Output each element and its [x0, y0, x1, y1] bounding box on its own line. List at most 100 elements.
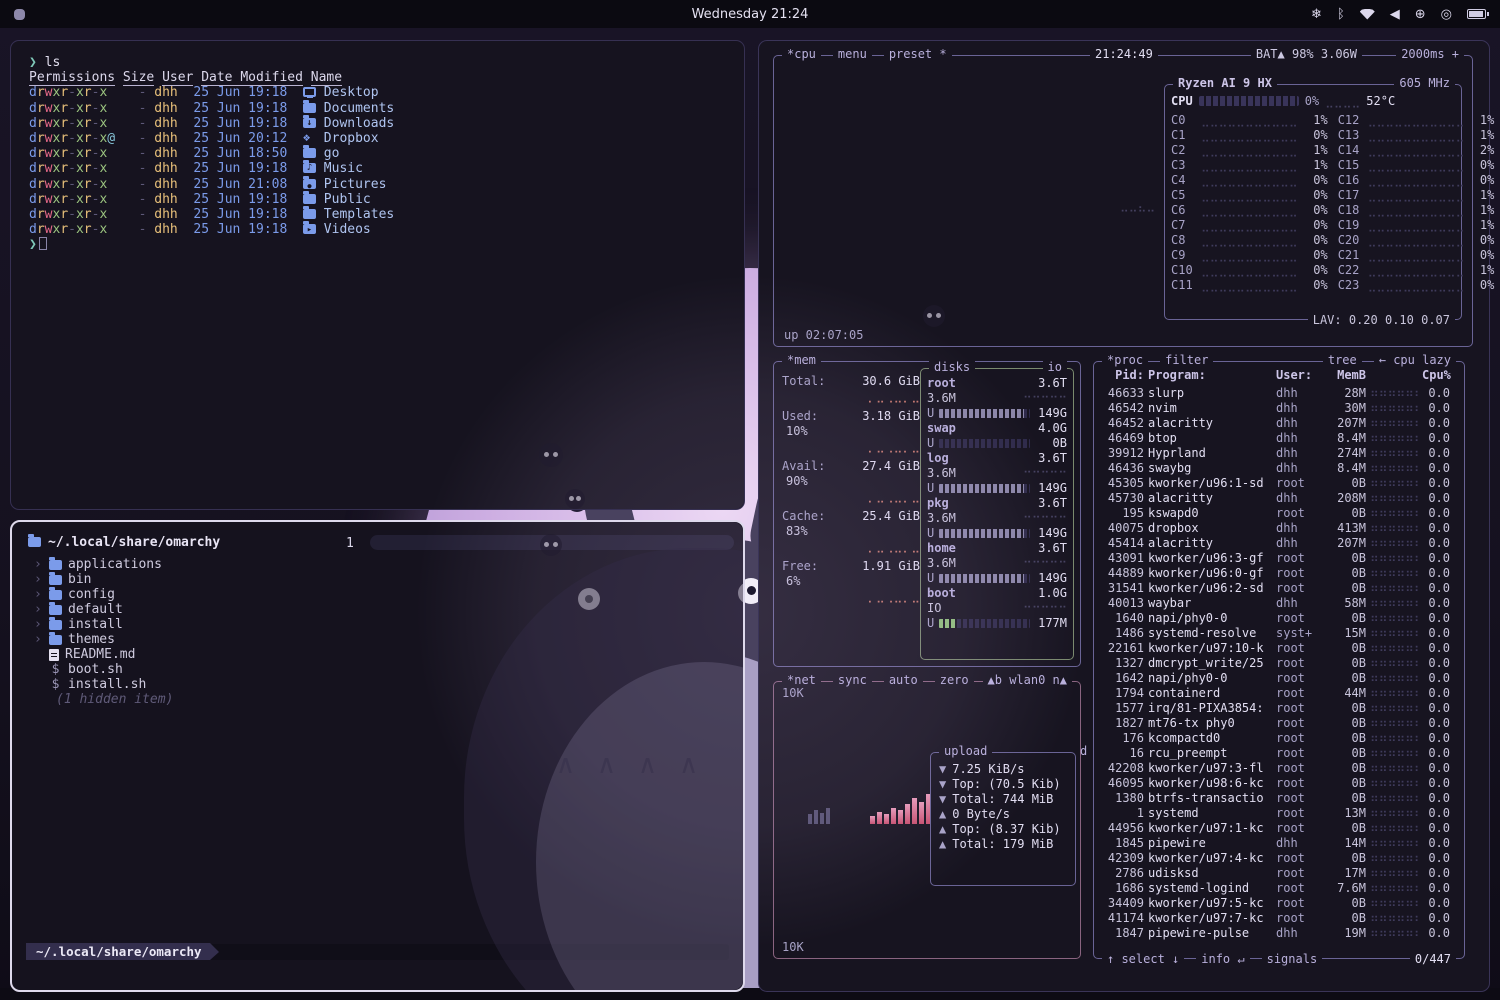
process-row[interactable]: 1847pipewire-pulsedhh19M⠶⠶⠶⠶⠶⠶⠶0.0 — [1094, 926, 1464, 941]
btop-clock: 21:24:49 — [1090, 47, 1158, 62]
tab-tree[interactable]: tree — [1323, 353, 1362, 368]
process-column-header[interactable]: Cpu% — [1422, 368, 1450, 383]
footer-info-[interactable]: info ↵ — [1196, 952, 1249, 967]
user-icon[interactable]: ◎ — [1441, 7, 1452, 22]
list-item[interactable]: ›applications — [28, 557, 743, 572]
volume-icon[interactable]: ◀ — [1390, 7, 1400, 22]
tab-auto[interactable]: auto — [884, 673, 923, 688]
process-row[interactable]: 1794containerdroot44M⠶⠶⠶⠶⠶⠶⠶0.0 — [1094, 686, 1464, 701]
process-row[interactable]: 176kcompactd0root0B⠶⠶⠶⠶⠶⠶⠶0.0 — [1094, 731, 1464, 746]
footer-signals[interactable]: signals — [1262, 952, 1323, 967]
music-icon — [303, 163, 316, 173]
file-row: drwxr-xr-x - dhh 25 Jun 19:18 Music — [29, 161, 744, 176]
process-row[interactable]: 1845pipewiredhh14M⠶⠶⠶⠶⠶⠶⠶0.0 — [1094, 836, 1464, 851]
process-row[interactable]: 16rcu_preemptroot0B⠶⠶⠶⠶⠶⠶⠶0.0 — [1094, 746, 1464, 761]
list-item[interactable]: ›config — [28, 587, 743, 602]
wifi-icon[interactable] — [1360, 9, 1375, 20]
tab--cpu-lazy[interactable]: ← cpu lazy — [1374, 353, 1456, 368]
core-row: C8⣀⣀⣀⣀⣀⣀⣀⣀⣀⣀⣀0% — [1171, 233, 1328, 248]
process-row[interactable]: 31541kworker/u96:2-sdroot0B⠶⠶⠶⠶⠶⠶⠶0.0 — [1094, 581, 1464, 596]
process-row[interactable]: 40013waybardhh58M⠶⠶⠶⠶⠶⠶⠶0.0 — [1094, 596, 1464, 611]
process-row[interactable]: 43091kworker/u96:3-gfroot0B⠶⠶⠶⠶⠶⠶⠶0.0 — [1094, 551, 1464, 566]
bluetooth-icon[interactable]: ᛒ — [1337, 7, 1345, 22]
process-row[interactable]: 39912Hyprlanddhh274M⠶⠶⠶⠶⠶⠶⠶0.0 — [1094, 446, 1464, 461]
process-row[interactable]: 45730alacrittydhh208M⠶⠶⠶⠶⠶⠶⠶0.0 — [1094, 491, 1464, 506]
process-row[interactable]: 1640napi/phy0-0root0B⠶⠶⠶⠶⠶⠶⠶0.0 — [1094, 611, 1464, 626]
system-logo-icon[interactable] — [14, 9, 25, 20]
updates-icon[interactable]: ❄ — [1311, 7, 1322, 22]
process-row[interactable]: 46633slurpdhh28M⠶⠶⠶⠶⠶⠶⠶0.0 — [1094, 386, 1464, 401]
process-row[interactable]: 44956kworker/u97:1-kcroot0B⠶⠶⠶⠶⠶⠶⠶0.0 — [1094, 821, 1464, 836]
core-row: C14⣀⣀⣀⣀⣀⣀⣀⣀⣀⣀⣀2% — [1338, 143, 1495, 158]
script-icon: $ — [49, 662, 62, 677]
process-column-header[interactable] — [1370, 368, 1418, 383]
process-row[interactable]: 1686systemd-logindroot7.6M⠶⠶⠶⠶⠶⠶⠶0.0 — [1094, 881, 1464, 896]
network-icon[interactable]: ⊕ — [1415, 7, 1426, 22]
prompt-line[interactable]: ❯ — [29, 237, 744, 252]
select-control[interactable]: ↑ select ↓ — [1102, 952, 1184, 967]
process-row[interactable]: 42309kworker/u97:4-kcroot0B⠶⠶⠶⠶⠶⠶⠶0.0 — [1094, 851, 1464, 866]
file-row: drwxr-xr-x - dhh 25 Jun 19:18 Templates — [29, 207, 744, 222]
folder-icon — [49, 620, 62, 630]
tab-net-interface[interactable]: ▲b wlan0 n▲ — [983, 673, 1072, 688]
clock: Wednesday 21:24 — [692, 7, 809, 22]
process-row[interactable]: 1827mt76-tx phy0root0B⠶⠶⠶⠶⠶⠶⠶0.0 — [1094, 716, 1464, 731]
process-row[interactable]: 46095kworker/u98:6-kcroot0B⠶⠶⠶⠶⠶⠶⠶0.0 — [1094, 776, 1464, 791]
process-row[interactable]: 45305kworker/u96:1-sdroot0B⠶⠶⠶⠶⠶⠶⠶0.0 — [1094, 476, 1464, 491]
process-row[interactable]: 40075dropboxdhh413M⠶⠶⠶⠶⠶⠶⠶0.0 — [1094, 521, 1464, 536]
list-item[interactable]: ›default — [28, 602, 743, 617]
tab-menu[interactable]: menu — [833, 47, 872, 62]
process-row[interactable]: 22161kworker/u97:10-kroot0B⠶⠶⠶⠶⠶⠶⠶0.0 — [1094, 641, 1464, 656]
tab--proc[interactable]: *proc — [1102, 353, 1148, 368]
tab-preset-[interactable]: preset * — [884, 47, 952, 62]
process-row[interactable]: 1642napi/phy0-0root0B⠶⠶⠶⠶⠶⠶⠶0.0 — [1094, 671, 1464, 686]
download-tab-fragment: d — [1080, 744, 1087, 759]
disk-usage-bar — [939, 439, 1030, 448]
process-row[interactable]: 45414alacrittydhh207M⠶⠶⠶⠶⠶⠶⠶0.0 — [1094, 536, 1464, 551]
process-row[interactable]: 42208kworker/u97:3-flroot0B⠶⠶⠶⠶⠶⠶⠶0.0 — [1094, 761, 1464, 776]
list-item[interactable]: ›install — [28, 617, 743, 632]
process-row[interactable]: 41174kworker/u97:7-kcroot0B⠶⠶⠶⠶⠶⠶⠶0.0 — [1094, 911, 1464, 926]
process-row[interactable]: 1380btrfs-transactioroot0B⠶⠶⠶⠶⠶⠶⠶0.0 — [1094, 791, 1464, 806]
process-column-header[interactable]: Pid: — [1100, 368, 1144, 383]
disk-io-row: 3.6M⠒⠒⠒⠒⠒ — [927, 466, 1067, 481]
process-column-header[interactable]: User: — [1276, 368, 1318, 383]
process-row[interactable]: 195kswapd0root0B⠶⠶⠶⠶⠶⠶⠶0.0 — [1094, 506, 1464, 521]
list-item[interactable]: ›bin — [28, 572, 743, 587]
tab--cpu[interactable]: *cpu — [782, 47, 821, 62]
process-row[interactable]: 1systemdroot13M⠶⠶⠶⠶⠶⠶⠶0.0 — [1094, 806, 1464, 821]
proc-tabs-left: *proc filter — [1102, 353, 1213, 368]
tab-sync[interactable]: sync — [833, 673, 872, 688]
process-column-header[interactable]: Program: — [1148, 368, 1272, 383]
file-name: default — [68, 602, 123, 617]
file-row: drwxr-xr-x - dhh 25 Jun 21:08 Pictures — [29, 177, 744, 192]
desktop-icon — [303, 87, 316, 97]
process-row[interactable]: 34409kworker/u97:5-kcroot0B⠶⠶⠶⠶⠶⠶⠶0.0 — [1094, 896, 1464, 911]
process-row[interactable]: 1327dmcrypt_write/25root0B⠶⠶⠶⠶⠶⠶⠶0.0 — [1094, 656, 1464, 671]
tab-filter[interactable]: filter — [1160, 353, 1213, 368]
process-row[interactable]: 1486systemd-resolvesyst+15M⠶⠶⠶⠶⠶⠶⠶0.0 — [1094, 626, 1464, 641]
list-item[interactable]: ›themes — [28, 632, 743, 647]
process-column-header[interactable]: MemB — [1322, 368, 1366, 383]
list-item[interactable]: $install.sh — [28, 677, 743, 692]
tab-mem[interactable]: *mem — [782, 353, 821, 368]
process-row[interactable]: 44889kworker/u96:0-gfroot0B⠶⠶⠶⠶⠶⠶⠶0.0 — [1094, 566, 1464, 581]
process-row[interactable]: 46469btopdhh8.4M⠶⠶⠶⠶⠶⠶⠶0.0 — [1094, 431, 1464, 446]
process-row[interactable]: 2786udisksdroot17M⠶⠶⠶⠶⠶⠶⠶0.0 — [1094, 866, 1464, 881]
process-row[interactable]: 46452alacrittydhh207M⠶⠶⠶⠶⠶⠶⠶0.0 — [1094, 416, 1464, 431]
process-row[interactable]: 46542nvimdhh30M⠶⠶⠶⠶⠶⠶⠶0.0 — [1094, 401, 1464, 416]
folder-icon — [303, 148, 316, 158]
update-interval[interactable]: 2000ms + — [1396, 47, 1464, 62]
file-name: install — [68, 617, 123, 632]
net-stat-row: ▼Top: (70.5 Kib) — [939, 777, 1069, 792]
process-row[interactable]: 46436swaybgdhh8.4M⠶⠶⠶⠶⠶⠶⠶0.0 — [1094, 461, 1464, 476]
list-item[interactable]: README.md — [28, 647, 743, 662]
tab-upload[interactable]: upload — [939, 744, 992, 759]
process-row[interactable]: 1577irq/81-PIXA3854:root0B⠶⠶⠶⠶⠶⠶⠶0.0 — [1094, 701, 1464, 716]
tab-disks[interactable]: disks — [929, 360, 975, 375]
list-item[interactable]: $boot.sh — [28, 662, 743, 677]
tab-zero[interactable]: zero — [935, 673, 974, 688]
tab-io[interactable]: io — [1043, 360, 1067, 375]
battery-icon[interactable] — [1467, 9, 1486, 19]
core-row: C12⣀⣀⣀⣀⣀⣀⣀⣀⣀⣀⣀1% — [1338, 113, 1495, 128]
